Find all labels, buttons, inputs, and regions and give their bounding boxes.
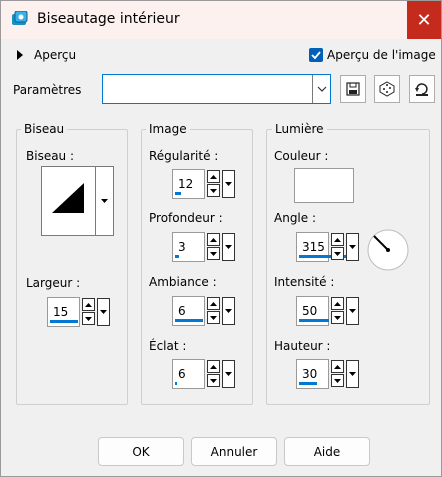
width-spinner[interactable]: 15 [47, 297, 113, 327]
ambience-slider-button[interactable] [222, 297, 235, 325]
shininess-level-bar [175, 382, 177, 385]
angle-decrement-button[interactable] [331, 247, 344, 260]
depth-decrement-button[interactable] [207, 247, 220, 260]
angle-spinner[interactable]: 315 [296, 232, 362, 262]
width-value: 15 [53, 305, 69, 319]
shininess-increment-button[interactable] [207, 360, 220, 373]
smoothness-level-bar [175, 192, 181, 195]
intensity-level-bar [299, 319, 329, 322]
title-bar: Biseautage intérieur ✕ [1, 1, 441, 39]
depth-value: 3 [178, 240, 186, 254]
check-icon [311, 51, 321, 60]
width-input[interactable]: 15 [47, 297, 80, 327]
depth-increment-button[interactable] [207, 233, 220, 246]
depth-level-bar [175, 255, 179, 258]
shininess-slider-button[interactable] [222, 360, 235, 388]
smoothness-label: Régularité : [149, 149, 219, 163]
elevation-value: 30 [302, 367, 318, 381]
ambience-spinner[interactable]: 6 [172, 296, 238, 326]
random-preset-button[interactable] [374, 75, 400, 103]
width-label: Largeur : [26, 276, 81, 290]
help-button[interactable]: Aide [284, 437, 370, 466]
width-increment-button[interactable] [82, 298, 95, 311]
bevel-group-title: Biseau [21, 122, 68, 136]
chevron-down-icon[interactable] [312, 75, 330, 103]
presets-dropdown[interactable] [102, 74, 331, 104]
elevation-increment-button[interactable] [331, 360, 344, 373]
intensity-spinner[interactable]: 50 [296, 296, 362, 326]
ambience-decrement-button[interactable] [207, 311, 220, 324]
bevel-shape-dropdown-button[interactable] [95, 167, 113, 235]
angle-label: Angle : [274, 211, 317, 225]
bevel-shape-label: Biseau : [26, 149, 75, 163]
bevel-shape-picker[interactable] [41, 166, 114, 236]
preview-toggle-label[interactable]: Aperçu [34, 48, 76, 62]
angle-input[interactable]: 315 [296, 232, 355, 262]
cancel-button[interactable]: Annuler [191, 437, 277, 466]
elevation-input[interactable]: 30 [296, 359, 329, 389]
ambience-input[interactable]: 6 [172, 296, 205, 326]
presets-label: Paramètres [13, 83, 82, 97]
elevation-spinner[interactable]: 30 [296, 359, 362, 389]
smoothness-input[interactable]: 12 [172, 169, 205, 199]
intensity-slider-button[interactable] [346, 297, 359, 325]
dialog-window: Biseautage intérieur ✕ Aperçu Aperçu de … [0, 0, 442, 477]
intensity-input[interactable]: 50 [296, 296, 329, 326]
width-decrement-button[interactable] [82, 312, 95, 325]
smoothness-spinner[interactable]: 12 [172, 169, 238, 199]
expand-preview-icon[interactable] [16, 49, 24, 63]
image-preview-checkbox[interactable] [309, 48, 323, 62]
width-slider-button[interactable] [97, 298, 110, 326]
ambience-increment-button[interactable] [207, 297, 220, 310]
ok-button[interactable]: OK [98, 437, 184, 466]
reset-preset-button[interactable] [409, 75, 435, 103]
angle-value: 315 [302, 240, 325, 254]
elevation-slider-button[interactable] [346, 360, 359, 388]
caret-down-icon [101, 199, 108, 203]
intensity-decrement-button[interactable] [331, 311, 344, 324]
intensity-increment-button[interactable] [331, 297, 344, 310]
reset-icon [415, 83, 428, 96]
light-group-title: Lumière [272, 122, 327, 136]
depth-input[interactable]: 3 [172, 232, 205, 262]
save-preset-button[interactable] [340, 75, 366, 103]
elevation-decrement-button[interactable] [331, 374, 344, 387]
smoothness-increment-button[interactable] [207, 170, 220, 183]
close-icon: ✕ [416, 9, 432, 31]
depth-label: Profondeur : [149, 211, 223, 225]
smoothness-decrement-button[interactable] [207, 184, 220, 197]
width-level-bar [50, 320, 78, 323]
shininess-value: 6 [178, 367, 186, 381]
depth-slider-button[interactable] [222, 233, 235, 261]
light-color-label: Couleur : [274, 149, 329, 163]
shininess-input[interactable]: 6 [172, 359, 205, 389]
angle-slider-button[interactable] [346, 233, 359, 261]
angle-dial[interactable] [367, 225, 409, 275]
smoothness-slider-button[interactable] [222, 170, 235, 198]
app-icon [11, 10, 29, 27]
ambience-value: 6 [178, 304, 186, 318]
dice-icon [379, 81, 395, 97]
smoothness-value: 12 [178, 177, 194, 191]
image-preview-label[interactable]: Aperçu de l'image [327, 48, 436, 62]
intensity-value: 50 [302, 304, 318, 318]
shininess-spinner[interactable]: 6 [172, 359, 238, 389]
image-group-title: Image [146, 122, 190, 136]
light-color-swatch[interactable] [294, 168, 354, 203]
elevation-label: Hauteur : [274, 339, 331, 353]
elevation-level-bar [299, 382, 317, 385]
angle-increment-button[interactable] [331, 233, 344, 246]
window-title: Biseautage intérieur [37, 11, 180, 27]
close-button[interactable]: ✕ [407, 1, 441, 39]
shininess-decrement-button[interactable] [207, 374, 220, 387]
intensity-label: Intensité : [274, 275, 335, 289]
ambience-label: Ambiance : [149, 275, 217, 289]
bevel-shape-preview [52, 183, 84, 213]
ambience-level-bar [175, 319, 203, 322]
shininess-label: Éclat : [149, 339, 187, 353]
save-icon [346, 82, 360, 96]
depth-spinner[interactable]: 3 [172, 232, 238, 262]
